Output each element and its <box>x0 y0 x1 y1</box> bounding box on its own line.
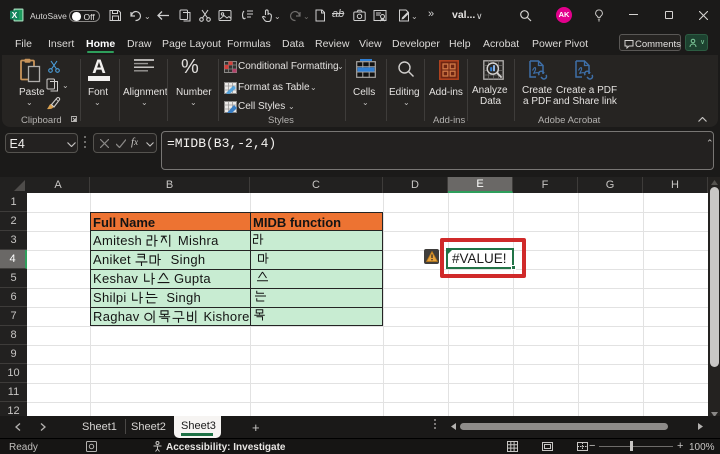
svg-text:X: X <box>12 10 18 20</box>
